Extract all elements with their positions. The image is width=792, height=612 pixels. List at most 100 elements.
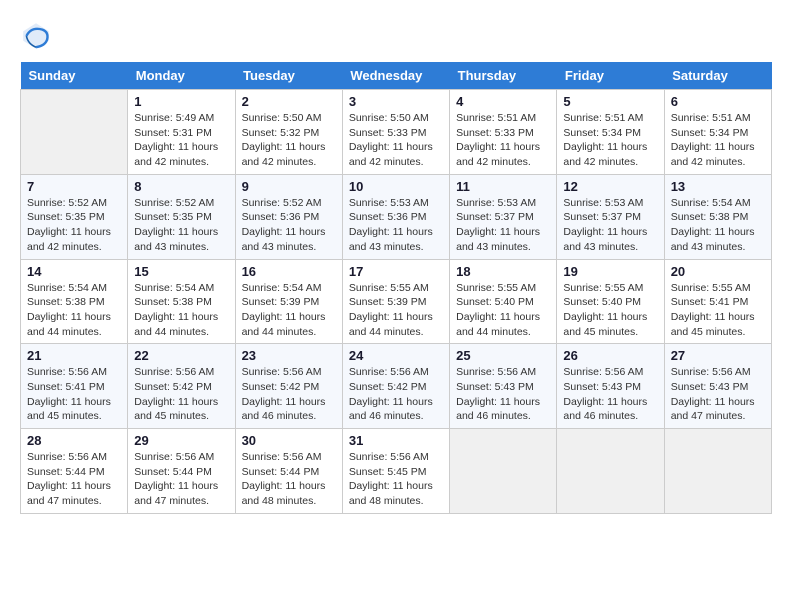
calendar-cell: 17 Sunrise: 5:55 AM Sunset: 5:39 PM Dayli… — [342, 259, 449, 344]
weekday-header-monday: Monday — [128, 62, 235, 90]
day-info: Sunrise: 5:56 AM Sunset: 5:42 PM Dayligh… — [349, 365, 443, 424]
day-info: Sunrise: 5:54 AM Sunset: 5:39 PM Dayligh… — [242, 281, 336, 340]
day-info: Sunrise: 5:50 AM Sunset: 5:32 PM Dayligh… — [242, 111, 336, 170]
day-number: 12 — [563, 179, 657, 194]
day-number: 20 — [671, 264, 765, 279]
calendar-cell: 2 Sunrise: 5:50 AM Sunset: 5:32 PM Daylig… — [235, 90, 342, 175]
day-number: 6 — [671, 94, 765, 109]
day-number: 22 — [134, 348, 228, 363]
weekday-header-saturday: Saturday — [664, 62, 771, 90]
calendar-cell: 29 Sunrise: 5:56 AM Sunset: 5:44 PM Dayli… — [128, 429, 235, 514]
weekday-header-wednesday: Wednesday — [342, 62, 449, 90]
calendar-cell: 10 Sunrise: 5:53 AM Sunset: 5:36 PM Dayli… — [342, 174, 449, 259]
calendar-cell: 3 Sunrise: 5:50 AM Sunset: 5:33 PM Daylig… — [342, 90, 449, 175]
calendar-cell — [450, 429, 557, 514]
day-info: Sunrise: 5:50 AM Sunset: 5:33 PM Dayligh… — [349, 111, 443, 170]
calendar-cell — [664, 429, 771, 514]
day-number: 21 — [27, 348, 121, 363]
calendar-cell: 19Sunrise: 5:55 AM Sunset: 5:40 PM Dayli… — [557, 259, 664, 344]
calendar-cell: 12 Sunrise: 5:53 AM Sunset: 5:37 PM Dayli… — [557, 174, 664, 259]
day-info: Sunrise: 5:56 AM Sunset: 5:43 PM Dayligh… — [671, 365, 765, 424]
day-info: Sunrise: 5:55 AM Sunset: 5:39 PM Dayligh… — [349, 281, 443, 340]
calendar-cell: 6Sunrise: 5:51 AM Sunset: 5:34 PM Daylig… — [664, 90, 771, 175]
day-info: Sunrise: 5:54 AM Sunset: 5:38 PM Dayligh… — [27, 281, 121, 340]
day-info: Sunrise: 5:51 AM Sunset: 5:33 PM Dayligh… — [456, 111, 550, 170]
day-number: 10 — [349, 179, 443, 194]
page-header — [20, 20, 772, 52]
day-number: 28 — [27, 433, 121, 448]
calendar-week-3: 14 Sunrise: 5:54 AM Sunset: 5:38 PM Dayli… — [21, 259, 772, 344]
calendar-cell: 9Sunrise: 5:52 AM Sunset: 5:36 PM Daylig… — [235, 174, 342, 259]
calendar-cell: 5 Sunrise: 5:51 AM Sunset: 5:34 PM Daylig… — [557, 90, 664, 175]
day-number: 1 — [134, 94, 228, 109]
day-info: Sunrise: 5:56 AM Sunset: 5:44 PM Dayligh… — [134, 450, 228, 509]
calendar-cell: 16Sunrise: 5:54 AM Sunset: 5:39 PM Dayli… — [235, 259, 342, 344]
day-info: Sunrise: 5:52 AM Sunset: 5:35 PM Dayligh… — [27, 196, 121, 255]
day-number: 29 — [134, 433, 228, 448]
day-info: Sunrise: 5:56 AM Sunset: 5:43 PM Dayligh… — [456, 365, 550, 424]
day-number: 13 — [671, 179, 765, 194]
calendar-week-2: 7 Sunrise: 5:52 AM Sunset: 5:35 PM Daylig… — [21, 174, 772, 259]
day-info: Sunrise: 5:51 AM Sunset: 5:34 PM Dayligh… — [563, 111, 657, 170]
calendar-cell: 21 Sunrise: 5:56 AM Sunset: 5:41 PM Dayli… — [21, 344, 128, 429]
day-info: Sunrise: 5:55 AM Sunset: 5:41 PM Dayligh… — [671, 281, 765, 340]
calendar-week-5: 28 Sunrise: 5:56 AM Sunset: 5:44 PM Dayli… — [21, 429, 772, 514]
day-info: Sunrise: 5:56 AM Sunset: 5:41 PM Dayligh… — [27, 365, 121, 424]
day-info: Sunrise: 5:53 AM Sunset: 5:36 PM Dayligh… — [349, 196, 443, 255]
calendar-cell: 4 Sunrise: 5:51 AM Sunset: 5:33 PM Daylig… — [450, 90, 557, 175]
day-number: 14 — [27, 264, 121, 279]
day-number: 18 — [456, 264, 550, 279]
day-number: 31 — [349, 433, 443, 448]
day-info: Sunrise: 5:53 AM Sunset: 5:37 PM Dayligh… — [563, 196, 657, 255]
calendar-cell: 30Sunrise: 5:56 AM Sunset: 5:44 PM Dayli… — [235, 429, 342, 514]
calendar-cell: 18 Sunrise: 5:55 AM Sunset: 5:40 PM Dayli… — [450, 259, 557, 344]
day-number: 8 — [134, 179, 228, 194]
day-info: Sunrise: 5:53 AM Sunset: 5:37 PM Dayligh… — [456, 196, 550, 255]
day-number: 19 — [563, 264, 657, 279]
calendar-cell: 14 Sunrise: 5:54 AM Sunset: 5:38 PM Dayli… — [21, 259, 128, 344]
logo-icon — [20, 20, 52, 52]
calendar-cell: 24 Sunrise: 5:56 AM Sunset: 5:42 PM Dayli… — [342, 344, 449, 429]
calendar-body: 1 Sunrise: 5:49 AM Sunset: 5:31 PM Daylig… — [21, 90, 772, 514]
weekday-header-row: SundayMondayTuesdayWednesdayThursdayFrid… — [21, 62, 772, 90]
day-number: 26 — [563, 348, 657, 363]
day-info: Sunrise: 5:56 AM Sunset: 5:44 PM Dayligh… — [27, 450, 121, 509]
day-number: 24 — [349, 348, 443, 363]
logo — [20, 20, 56, 52]
calendar-cell: 25 Sunrise: 5:56 AM Sunset: 5:43 PM Dayli… — [450, 344, 557, 429]
calendar-cell — [557, 429, 664, 514]
calendar-cell: 31 Sunrise: 5:56 AM Sunset: 5:45 PM Dayli… — [342, 429, 449, 514]
calendar-cell: 28 Sunrise: 5:56 AM Sunset: 5:44 PM Dayli… — [21, 429, 128, 514]
day-number: 17 — [349, 264, 443, 279]
day-number: 15 — [134, 264, 228, 279]
day-info: Sunrise: 5:56 AM Sunset: 5:42 PM Dayligh… — [242, 365, 336, 424]
weekday-header-sunday: Sunday — [21, 62, 128, 90]
day-number: 30 — [242, 433, 336, 448]
weekday-header-friday: Friday — [557, 62, 664, 90]
calendar-table: SundayMondayTuesdayWednesdayThursdayFrid… — [20, 62, 772, 514]
calendar-week-1: 1 Sunrise: 5:49 AM Sunset: 5:31 PM Daylig… — [21, 90, 772, 175]
calendar-cell: 8Sunrise: 5:52 AM Sunset: 5:35 PM Daylig… — [128, 174, 235, 259]
day-info: Sunrise: 5:56 AM Sunset: 5:43 PM Dayligh… — [563, 365, 657, 424]
day-number: 2 — [242, 94, 336, 109]
day-info: Sunrise: 5:54 AM Sunset: 5:38 PM Dayligh… — [671, 196, 765, 255]
day-info: Sunrise: 5:55 AM Sunset: 5:40 PM Dayligh… — [456, 281, 550, 340]
day-number: 5 — [563, 94, 657, 109]
day-number: 11 — [456, 179, 550, 194]
calendar-cell: 11 Sunrise: 5:53 AM Sunset: 5:37 PM Dayli… — [450, 174, 557, 259]
day-info: Sunrise: 5:56 AM Sunset: 5:45 PM Dayligh… — [349, 450, 443, 509]
calendar-cell — [21, 90, 128, 175]
day-number: 23 — [242, 348, 336, 363]
day-info: Sunrise: 5:49 AM Sunset: 5:31 PM Dayligh… — [134, 111, 228, 170]
day-number: 3 — [349, 94, 443, 109]
weekday-header-thursday: Thursday — [450, 62, 557, 90]
calendar-cell: 22Sunrise: 5:56 AM Sunset: 5:42 PM Dayli… — [128, 344, 235, 429]
calendar-week-4: 21 Sunrise: 5:56 AM Sunset: 5:41 PM Dayli… — [21, 344, 772, 429]
calendar-cell: 26 Sunrise: 5:56 AM Sunset: 5:43 PM Dayli… — [557, 344, 664, 429]
day-number: 7 — [27, 179, 121, 194]
day-number: 25 — [456, 348, 550, 363]
day-info: Sunrise: 5:52 AM Sunset: 5:36 PM Dayligh… — [242, 196, 336, 255]
calendar-cell: 20 Sunrise: 5:55 AM Sunset: 5:41 PM Dayli… — [664, 259, 771, 344]
calendar-cell: 23 Sunrise: 5:56 AM Sunset: 5:42 PM Dayli… — [235, 344, 342, 429]
day-number: 4 — [456, 94, 550, 109]
